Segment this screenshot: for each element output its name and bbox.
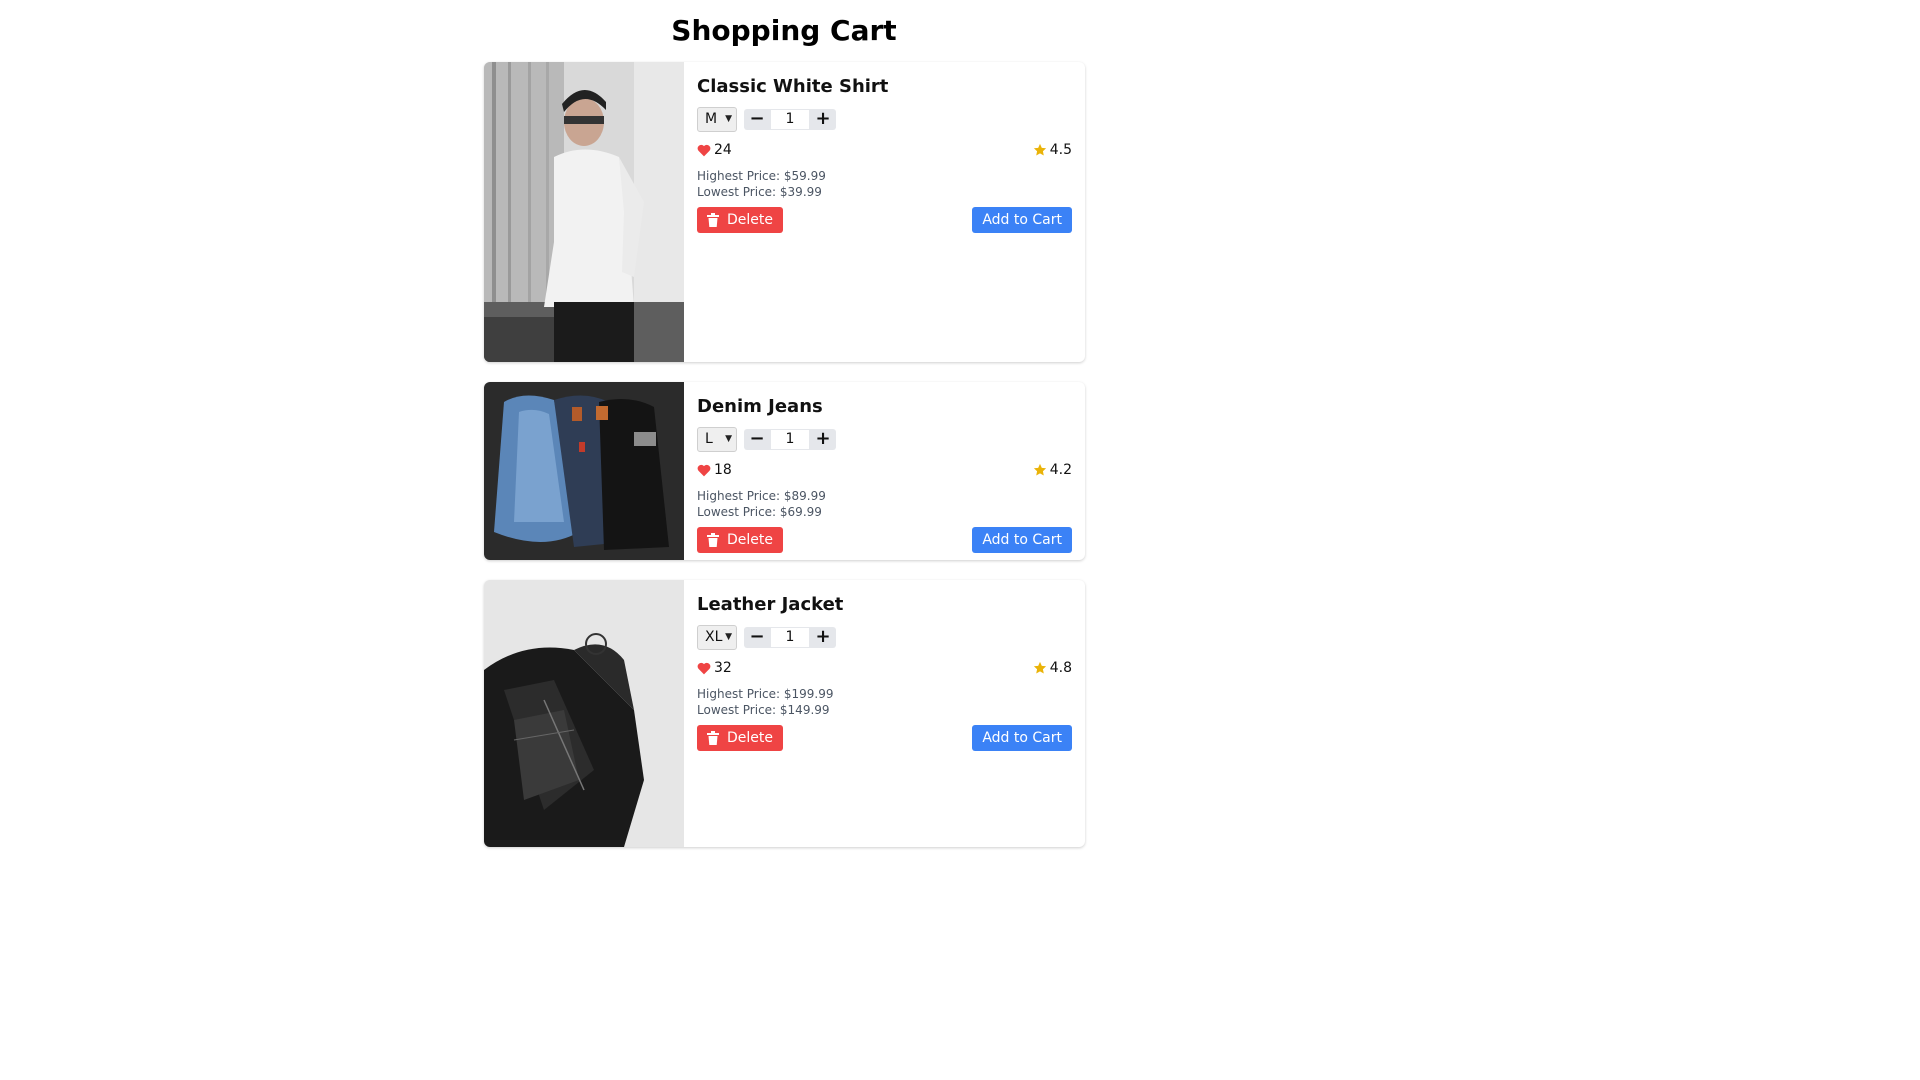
decrease-quantity-button[interactable]: −: [744, 108, 770, 130]
product-image: [484, 62, 684, 362]
lowest-price: Lowest Price: $69.99: [697, 505, 822, 519]
size-value: XL: [705, 629, 723, 645]
decrease-quantity-button[interactable]: −: [744, 626, 770, 648]
star-icon: [1033, 143, 1046, 156]
product-image: [484, 580, 684, 847]
price-range: Highest Price: $199.99 Lowest Price: $14…: [697, 686, 1072, 718]
page-title: Shopping Cart: [671, 14, 897, 47]
item-name: Denim Jeans: [697, 396, 823, 417]
increase-quantity-button[interactable]: +: [810, 428, 836, 450]
delete-button[interactable]: Delete: [697, 725, 783, 751]
heart-icon[interactable]: [697, 464, 711, 477]
item-actions: Delete Add to Cart: [697, 725, 1072, 751]
likes: 32: [697, 660, 732, 676]
delete-button[interactable]: Delete: [697, 527, 783, 553]
item-controls: L ▼ − 1 +: [697, 426, 1072, 452]
heart-icon[interactable]: [697, 662, 711, 675]
size-value: M: [705, 111, 718, 127]
likes-count: 24: [714, 142, 732, 158]
rating: 4.5: [1033, 142, 1072, 158]
quantity-stepper: − 1 +: [744, 428, 836, 450]
star-icon: [1033, 463, 1046, 476]
heart-icon[interactable]: [697, 144, 711, 157]
item-stats: 24 4.5: [697, 141, 1072, 159]
cart-item: Leather Jacket XL ▼ − 1 + 32 4.8 Highest…: [484, 580, 1085, 847]
size-select[interactable]: L ▼: [697, 426, 737, 452]
quantity-stepper: − 1 +: [744, 626, 836, 648]
likes-count: 32: [714, 660, 732, 676]
delete-button[interactable]: Delete: [697, 207, 783, 233]
rating-value: 4.8: [1049, 660, 1072, 676]
item-name: Classic White Shirt: [697, 76, 889, 97]
likes-count: 18: [714, 462, 732, 478]
lowest-price: Lowest Price: $149.99: [697, 703, 830, 717]
rating: 4.2: [1033, 462, 1072, 478]
add-to-cart-button[interactable]: Add to Cart: [972, 207, 1072, 233]
item-controls: XL ▼ − 1 +: [697, 624, 1072, 650]
cart-list: Classic White Shirt M ▼ − 1 + 24 4.5 Hig…: [484, 62, 1085, 867]
item-actions: Delete Add to Cart: [697, 527, 1072, 553]
rating: 4.8: [1033, 660, 1072, 676]
quantity-input[interactable]: 1: [770, 428, 810, 450]
add-to-cart-button[interactable]: Add to Cart: [972, 725, 1072, 751]
size-select[interactable]: XL ▼: [697, 624, 737, 650]
item-details: Denim Jeans L ▼ − 1 + 18 4.2 Highest Pri…: [684, 382, 1085, 560]
trash-icon: [707, 213, 719, 227]
size-select[interactable]: M ▼: [697, 106, 737, 132]
item-actions: Delete Add to Cart: [697, 207, 1072, 233]
quantity-stepper: − 1 +: [744, 108, 836, 130]
quantity-input[interactable]: 1: [770, 108, 810, 130]
increase-quantity-button[interactable]: +: [810, 108, 836, 130]
likes: 18: [697, 462, 732, 478]
chevron-down-icon: ▼: [725, 434, 732, 444]
quantity-input[interactable]: 1: [770, 626, 810, 648]
rating-value: 4.5: [1049, 142, 1072, 158]
trash-icon: [707, 533, 719, 547]
item-name: Leather Jacket: [697, 594, 844, 615]
decrease-quantity-button[interactable]: −: [744, 428, 770, 450]
chevron-down-icon: ▼: [725, 114, 732, 124]
rating-value: 4.2: [1049, 462, 1072, 478]
increase-quantity-button[interactable]: +: [810, 626, 836, 648]
cart-item: Classic White Shirt M ▼ − 1 + 24 4.5 Hig…: [484, 62, 1085, 362]
trash-icon: [707, 731, 719, 745]
item-stats: 18 4.2: [697, 461, 1072, 479]
price-range: Highest Price: $89.99 Lowest Price: $69.…: [697, 488, 1072, 520]
item-details: Leather Jacket XL ▼ − 1 + 32 4.8 Highest…: [684, 580, 1085, 847]
highest-price: Highest Price: $59.99: [697, 169, 826, 183]
item-details: Classic White Shirt M ▼ − 1 + 24 4.5 Hig…: [684, 62, 1085, 362]
delete-label: Delete: [727, 532, 773, 548]
delete-label: Delete: [727, 730, 773, 746]
item-stats: 32 4.8: [697, 659, 1072, 677]
item-controls: M ▼ − 1 +: [697, 106, 1072, 132]
add-to-cart-button[interactable]: Add to Cart: [972, 527, 1072, 553]
price-range: Highest Price: $59.99 Lowest Price: $39.…: [697, 168, 1072, 200]
cart-item: Denim Jeans L ▼ − 1 + 18 4.2 Highest Pri…: [484, 382, 1085, 560]
product-image: [484, 382, 684, 560]
highest-price: Highest Price: $89.99: [697, 489, 826, 503]
highest-price: Highest Price: $199.99: [697, 687, 834, 701]
delete-label: Delete: [727, 212, 773, 228]
star-icon: [1033, 661, 1046, 674]
lowest-price: Lowest Price: $39.99: [697, 185, 822, 199]
chevron-down-icon: ▼: [725, 632, 732, 642]
likes: 24: [697, 142, 732, 158]
size-value: L: [705, 431, 713, 447]
